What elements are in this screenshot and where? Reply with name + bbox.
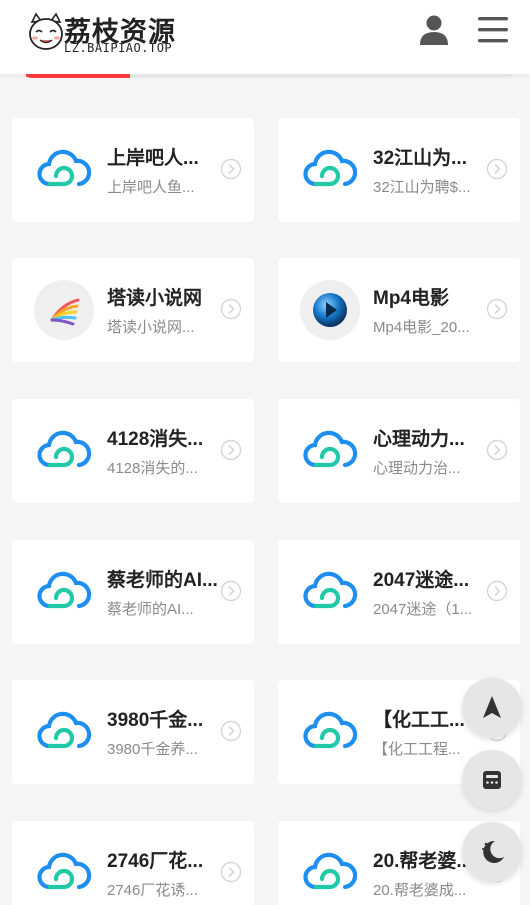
chevron-right-icon <box>486 298 508 320</box>
chevron-right-icon <box>486 580 508 602</box>
card-title: 2746厂花... <box>107 851 204 872</box>
chevron-right-icon <box>220 720 242 742</box>
resource-grid: 上岸吧人... 上岸吧人鱼... 32江山为... 32江山为聘$... 塔读小… <box>0 0 530 905</box>
resource-card[interactable]: 蔡老师的AI... 蔡老师的AI... <box>12 540 254 644</box>
resource-card[interactable]: 2047迷途... 2047迷途（1... <box>278 540 520 644</box>
card-description: 心理动力治... <box>373 460 461 477</box>
site-logo[interactable]: 荔枝资源 LZ.BAIPIAO.TOP <box>26 10 176 58</box>
back-to-top-button[interactable] <box>462 678 522 738</box>
back-to-top-icon <box>483 696 501 718</box>
card-description: 32江山为聘$... <box>373 179 471 196</box>
resource-card[interactable]: 上岸吧人... 上岸吧人鱼... <box>12 118 254 222</box>
card-title: 塔读小说网 <box>107 288 203 309</box>
cloud-icon <box>37 852 92 890</box>
cloud-icon <box>303 852 358 890</box>
card-title: 2047迷途... <box>373 570 470 591</box>
calculator-icon <box>483 771 501 789</box>
calculator-button[interactable] <box>462 750 522 810</box>
card-description: 2047迷途（1... <box>373 601 473 618</box>
cloud-icon <box>303 571 358 609</box>
cloud-icon <box>37 571 92 609</box>
chevron-right-icon <box>486 158 508 180</box>
chevron-right-icon <box>486 439 508 461</box>
night-mode-icon <box>482 840 504 863</box>
logo-cat-face-icon <box>29 12 63 50</box>
card-description: 20.帮老婆成... <box>373 882 467 899</box>
resource-card[interactable]: 塔读小说网 塔读小说网... <box>12 258 254 362</box>
card-title: 上岸吧人... <box>107 148 199 169</box>
cloud-icon <box>37 149 92 187</box>
cloud-icon <box>37 711 92 749</box>
card-description: 蔡老师的AI... <box>107 601 194 618</box>
cloud-icon <box>303 430 358 468</box>
chevron-right-icon <box>220 439 242 461</box>
card-title: 32江山为... <box>373 148 467 169</box>
resource-card[interactable]: 2746厂花... 2746厂花诱... <box>12 821 254 905</box>
resource-card[interactable]: 心理动力... 心理动力治... <box>278 399 520 503</box>
night-mode-button[interactable] <box>462 822 522 882</box>
card-title: 心理动力... <box>373 429 465 450</box>
card-description: 2746厂花诱... <box>107 882 198 899</box>
cloud-icon <box>37 430 92 468</box>
hamburger-menu-icon[interactable] <box>474 12 512 48</box>
card-description: Mp4电影_20... <box>373 319 470 336</box>
cloud-icon <box>303 711 358 749</box>
top-header: 荔枝资源 LZ.BAIPIAO.TOP <box>0 0 530 74</box>
chevron-right-icon <box>220 861 242 883</box>
card-title: Mp4电影 <box>373 288 450 309</box>
card-description: 4128消失的... <box>107 460 198 477</box>
mp4-play-icon <box>300 280 360 340</box>
card-title: 3980千金... <box>107 710 204 731</box>
resource-card[interactable]: Mp4电影 Mp4电影_20... <box>278 258 520 362</box>
logo-subtitle: LZ.BAIPIAO.TOP <box>64 41 173 55</box>
card-title: 蔡老师的AI... <box>107 570 218 591</box>
card-description: 3980千金养... <box>107 741 198 758</box>
resource-card[interactable]: 4128消失... 4128消失的... <box>12 399 254 503</box>
chevron-right-icon <box>220 158 242 180</box>
user-icon[interactable] <box>416 12 452 48</box>
card-description: 上岸吧人鱼... <box>107 179 195 196</box>
card-description: 塔读小说网... <box>107 319 195 336</box>
card-title: 4128消失... <box>107 429 204 450</box>
chevron-right-icon <box>220 298 242 320</box>
cloud-icon <box>303 149 358 187</box>
resource-card[interactable]: 32江山为... 32江山为聘$... <box>278 118 520 222</box>
chevron-right-icon <box>220 580 242 602</box>
tadu-logo-icon <box>34 280 94 340</box>
resource-card[interactable]: 3980千金... 3980千金养... <box>12 680 254 784</box>
